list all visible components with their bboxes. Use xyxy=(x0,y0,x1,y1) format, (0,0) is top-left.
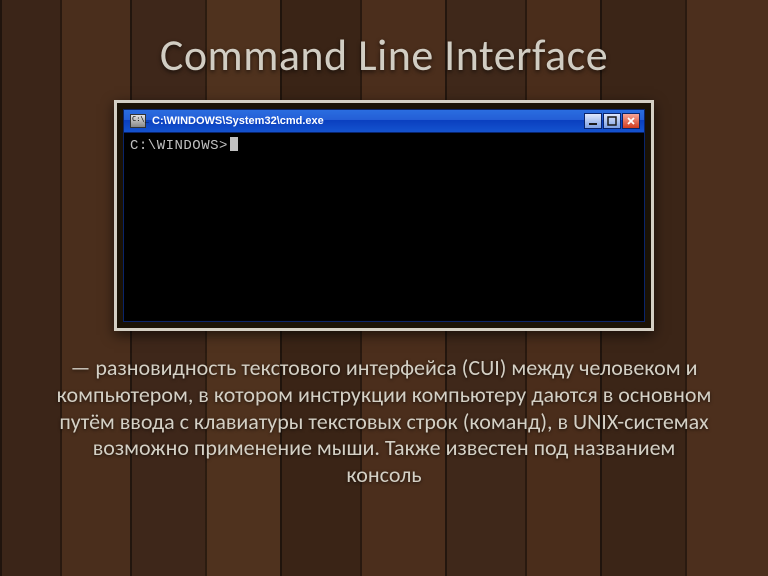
close-button[interactable] xyxy=(622,113,640,129)
terminal-body[interactable]: C:\WINDOWS> xyxy=(124,133,644,321)
maximize-icon xyxy=(607,116,617,126)
window-titlebar[interactable]: C:\WINDOWS\System32\cmd.exe xyxy=(124,110,644,133)
terminal-prompt: C:\WINDOWS> xyxy=(130,138,228,154)
maximize-button[interactable] xyxy=(603,113,621,129)
slide-title: Command Line Interface xyxy=(36,28,732,82)
screenshot-frame: C:\WINDOWS\System32\cmd.exe xyxy=(114,100,654,331)
window-title: C:\WINDOWS\System32\cmd.exe xyxy=(152,115,578,127)
cmd-icon xyxy=(130,114,146,128)
minimize-icon xyxy=(588,116,598,126)
presentation-slide: Command Line Interface C:\WINDOWS\System… xyxy=(0,0,768,576)
minimize-button[interactable] xyxy=(584,113,602,129)
cmd-window: C:\WINDOWS\System32\cmd.exe xyxy=(123,109,645,322)
close-icon xyxy=(626,116,636,126)
window-controls xyxy=(584,113,640,129)
terminal-cursor xyxy=(230,137,238,151)
slide-body-text: — разновидность текстового интерфейса (C… xyxy=(36,355,732,489)
